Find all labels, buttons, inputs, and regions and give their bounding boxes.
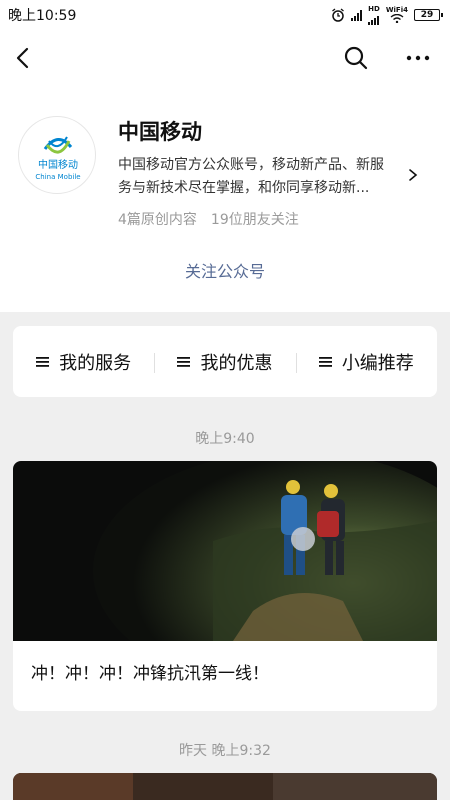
menu-list-icon: [177, 356, 191, 367]
menu-item-my-services[interactable]: 我的服务: [13, 349, 154, 375]
more-icon[interactable]: [403, 44, 433, 72]
description-line-2: 务与新技术尽在掌握，和你同享移动新...: [118, 180, 370, 196]
menu-item-my-offers[interactable]: 我的优惠: [154, 349, 295, 375]
article-cover-image: [13, 461, 437, 641]
signal-2-icon: [368, 13, 380, 25]
top-nav: [0, 30, 450, 86]
back-arrow-icon[interactable]: [10, 44, 38, 72]
post-timestamp: 晚上9:40: [195, 431, 255, 447]
menu-item-label: 我的服务: [59, 352, 132, 374]
signal-icon: [351, 9, 363, 21]
chevron-right-icon[interactable]: [406, 166, 420, 184]
battery-level: 29: [420, 10, 434, 20]
status-time: 晚上10:59: [8, 8, 77, 24]
alarm-icon: [332, 8, 345, 22]
signal-hd-group: HD: [368, 4, 380, 25]
menu-item-label: 我的优惠: [200, 352, 273, 374]
account-logo[interactable]: 中国移动 China Mobile: [18, 116, 96, 194]
account-profile: 中国移动 China Mobile 中国移动 中国移动官方公众账号，移动新产品、…: [0, 86, 450, 312]
menu-item-editor-picks[interactable]: 小编推荐: [295, 349, 437, 375]
logo-text-cn: 中国移动: [38, 158, 78, 171]
china-mobile-logo-icon: 中国移动 China Mobile: [35, 136, 81, 181]
logo-text-en: China Mobile: [35, 173, 80, 181]
account-description[interactable]: 中国移动官方公众账号，移动新产品、新服 务与新技术尽在掌握，和你同享移动新...: [118, 154, 403, 200]
wifi-icon: [390, 14, 404, 23]
status-icons: HD WiFi4 29: [331, 4, 443, 25]
article-cover-image: [13, 773, 437, 800]
status-bar: 晚上10:59 HD WiFi4 29: [0, 0, 450, 30]
account-name: 中国移动: [118, 120, 202, 144]
wifi-group: WiFi4: [386, 7, 408, 23]
account-menu: 我的服务 我的优惠 小编推荐: [13, 326, 437, 397]
description-line-1: 中国移动官方公众账号，移动新产品、新服: [118, 157, 384, 173]
account-meta: 4篇原创内容 19位朋友关注: [118, 209, 299, 229]
menu-item-label: 小编推荐: [341, 352, 414, 374]
network-hd-label: HD: [368, 4, 380, 13]
menu-list-icon: [36, 356, 50, 367]
post-timestamp: 昨天 晚上9:32: [179, 743, 271, 759]
article-card[interactable]: [13, 773, 437, 800]
article-card[interactable]: 冲！冲！冲！冲锋抗汛第一线！: [13, 461, 437, 711]
friends-following: 19位朋友关注: [210, 212, 299, 228]
follow-button[interactable]: 关注公众号: [0, 258, 450, 282]
article-title: 冲！冲！冲！冲锋抗汛第一线！: [31, 664, 269, 684]
search-icon[interactable]: [342, 44, 370, 72]
menu-list-icon: [318, 356, 332, 367]
battery-icon: 29: [414, 9, 443, 21]
wifi-label: WiFi4: [385, 6, 408, 14]
original-count: 4篇原创内容: [118, 212, 197, 228]
